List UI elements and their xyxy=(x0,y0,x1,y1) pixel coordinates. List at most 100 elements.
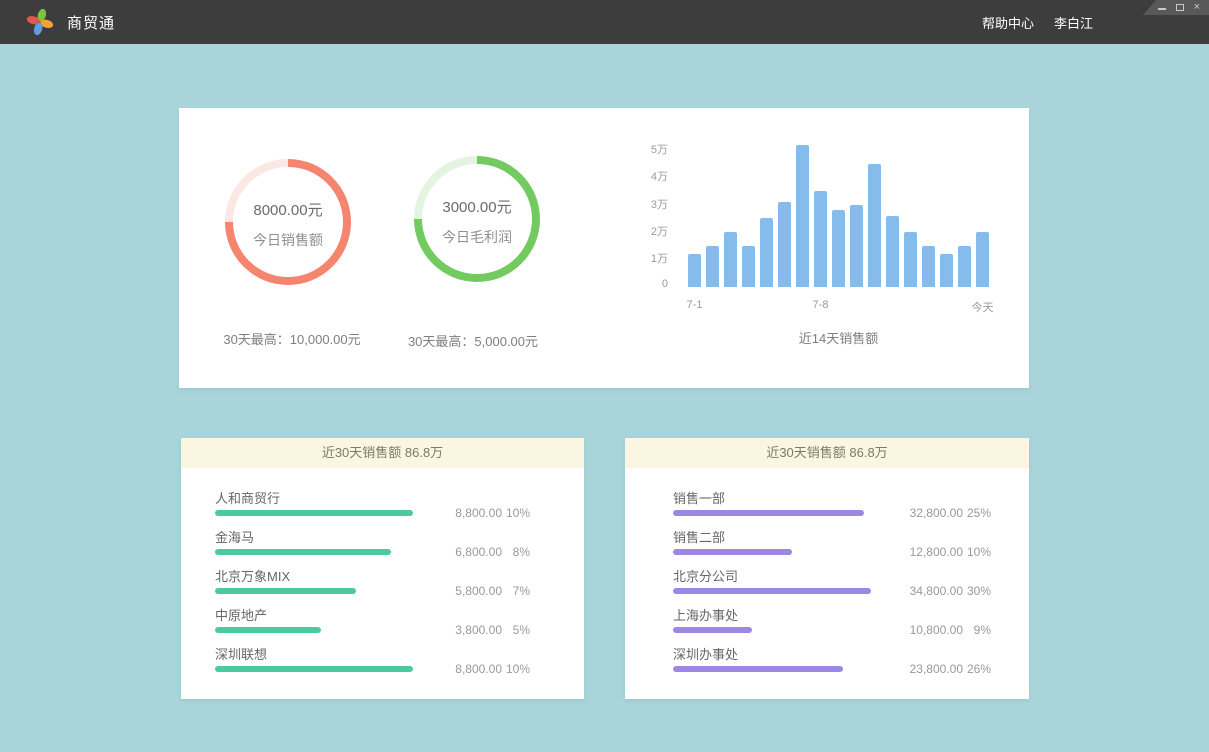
bar xyxy=(868,164,881,287)
minimize-icon[interactable] xyxy=(1158,8,1166,10)
list-item: 上海办事处10,800.009% xyxy=(673,609,1029,648)
today-sales-donut-chart: 8000.00元 今日销售额 xyxy=(225,159,351,285)
rank-row-value: 32,800.0025% xyxy=(893,506,991,520)
rank-row-bar xyxy=(673,666,843,672)
list-item: 人和商贸行8,800.0010% xyxy=(215,492,584,531)
today-sales-donut-center: 8000.00元 今日销售额 xyxy=(233,167,343,277)
rank-row-bar xyxy=(215,510,413,516)
close-icon[interactable]: × xyxy=(1194,2,1200,13)
bar xyxy=(760,218,773,287)
bar xyxy=(814,191,827,287)
rank-row-name: 上海办事处 xyxy=(673,609,1029,622)
today-sales-value: 8000.00元 xyxy=(253,199,322,220)
rank-row-value: 34,800.0030% xyxy=(893,584,991,598)
bar xyxy=(904,232,917,287)
rank-row-name: 金海马 xyxy=(215,531,584,544)
y-axis-tick: 5万 xyxy=(619,141,668,157)
app-header: 商贸通 帮助中心 李白江 xyxy=(0,0,1209,44)
rank-row-bar xyxy=(215,549,391,555)
bar xyxy=(724,232,737,287)
bar xyxy=(886,216,899,287)
rank-row-value: 23,800.0026% xyxy=(893,662,991,676)
bar-chart-title: 近14天销售额 xyxy=(688,328,989,347)
rank-row-amount: 12,800.00 xyxy=(893,545,963,559)
rank-row-name: 北京万象MIX xyxy=(215,570,584,583)
rank-row-percent: 7% xyxy=(502,584,530,598)
list-item: 金海马6,800.008% xyxy=(215,531,584,570)
rank-row-bar xyxy=(673,549,792,555)
rank-row-percent: 26% xyxy=(963,662,991,676)
rank-row-value: 8,800.0010% xyxy=(432,506,530,520)
bar xyxy=(688,254,701,287)
rank-row-bar xyxy=(673,510,864,516)
customer-ranking-title: 近30天销售额 86.8万 xyxy=(181,438,584,468)
x-axis-label: 7-8 xyxy=(799,299,843,311)
rank-row-name: 北京分公司 xyxy=(673,570,1029,583)
rank-row-percent: 30% xyxy=(963,584,991,598)
nav-item-username[interactable]: 李白江 xyxy=(1054,13,1093,32)
maximize-icon[interactable] xyxy=(1176,4,1184,11)
rank-row-percent: 5% xyxy=(502,623,530,637)
department-sales-ranking-card: 近30天销售额 86.8万 销售一部32,800.0025%销售二部12,800… xyxy=(625,438,1029,699)
bar xyxy=(796,145,809,287)
rank-row-amount: 10,800.00 xyxy=(893,623,963,637)
rank-row-percent: 10% xyxy=(502,662,530,676)
bar xyxy=(850,205,863,287)
rank-row-value: 12,800.0010% xyxy=(893,545,991,559)
rank-row-amount: 3,800.00 xyxy=(432,623,502,637)
y-axis-tick: 0 xyxy=(619,278,668,290)
x-axis-label: 7-1 xyxy=(673,299,717,311)
rank-row-name: 人和商贸行 xyxy=(215,492,584,505)
bar xyxy=(706,246,719,287)
rank-row-percent: 8% xyxy=(502,545,530,559)
rank-row-bar xyxy=(673,588,871,594)
list-item: 深圳联想8,800.0010% xyxy=(215,648,584,687)
sales-14day-bar-chart: 5万4万3万2万1万0 7-17-8今天 近14天销售额 xyxy=(619,138,1019,353)
list-item: 销售一部32,800.0025% xyxy=(673,492,1029,531)
rank-row-amount: 6,800.00 xyxy=(432,545,502,559)
x-axis-label: 今天 xyxy=(961,299,1005,315)
rank-row-bar xyxy=(215,588,356,594)
rank-row-bar xyxy=(215,666,413,672)
rank-row-value: 5,800.007% xyxy=(432,584,530,598)
bar xyxy=(940,254,953,287)
rank-row-name: 销售二部 xyxy=(673,531,1029,544)
rank-row-name: 深圳办事处 xyxy=(673,648,1029,661)
rank-row-amount: 8,800.00 xyxy=(432,506,502,520)
today-sales-label: 今日销售额 xyxy=(253,230,323,250)
rank-row-value: 10,800.009% xyxy=(893,623,991,637)
rank-row-value: 8,800.0010% xyxy=(432,662,530,676)
department-ranking-title: 近30天销售额 86.8万 xyxy=(625,438,1029,468)
rank-row-percent: 10% xyxy=(963,545,991,559)
today-profit-donut-chart: 3000.00元 今日毛利润 xyxy=(414,156,540,282)
rank-row-amount: 5,800.00 xyxy=(432,584,502,598)
rank-row-amount: 32,800.00 xyxy=(893,506,963,520)
bar xyxy=(958,246,971,287)
rank-row-percent: 25% xyxy=(963,506,991,520)
rank-row-name: 销售一部 xyxy=(673,492,1029,505)
rank-row-bar xyxy=(215,627,321,633)
list-item: 销售二部12,800.0010% xyxy=(673,531,1029,570)
nav-item-help-center[interactable]: 帮助中心 xyxy=(982,13,1034,32)
today-profit-30day-max: 30天最高：5,000.00元 xyxy=(363,331,583,350)
bar xyxy=(742,246,755,287)
bar xyxy=(832,210,845,287)
rank-row-percent: 10% xyxy=(502,506,530,520)
rank-row-name: 深圳联想 xyxy=(215,648,584,661)
customer-sales-ranking-card: 近30天销售额 86.8万 人和商贸行8,800.0010%金海马6,800.0… xyxy=(181,438,584,699)
today-profit-label: 今日毛利润 xyxy=(442,227,512,247)
y-axis-tick: 3万 xyxy=(619,196,668,212)
rank-row-bar xyxy=(673,627,752,633)
rank-row-amount: 8,800.00 xyxy=(432,662,502,676)
y-axis-tick: 1万 xyxy=(619,250,668,266)
bar xyxy=(778,202,791,287)
y-axis-tick: 2万 xyxy=(619,223,668,239)
bar xyxy=(922,246,935,287)
list-item: 北京万象MIX5,800.007% xyxy=(215,570,584,609)
customer-ranking-rows: 人和商贸行8,800.0010%金海马6,800.008%北京万象MIX5,80… xyxy=(181,468,584,687)
pinwheel-logo-icon xyxy=(27,9,53,35)
bar-chart-bars xyxy=(688,145,989,287)
today-profit-donut-center: 3000.00元 今日毛利润 xyxy=(422,164,532,274)
rank-row-percent: 9% xyxy=(963,623,991,637)
rank-row-amount: 23,800.00 xyxy=(893,662,963,676)
